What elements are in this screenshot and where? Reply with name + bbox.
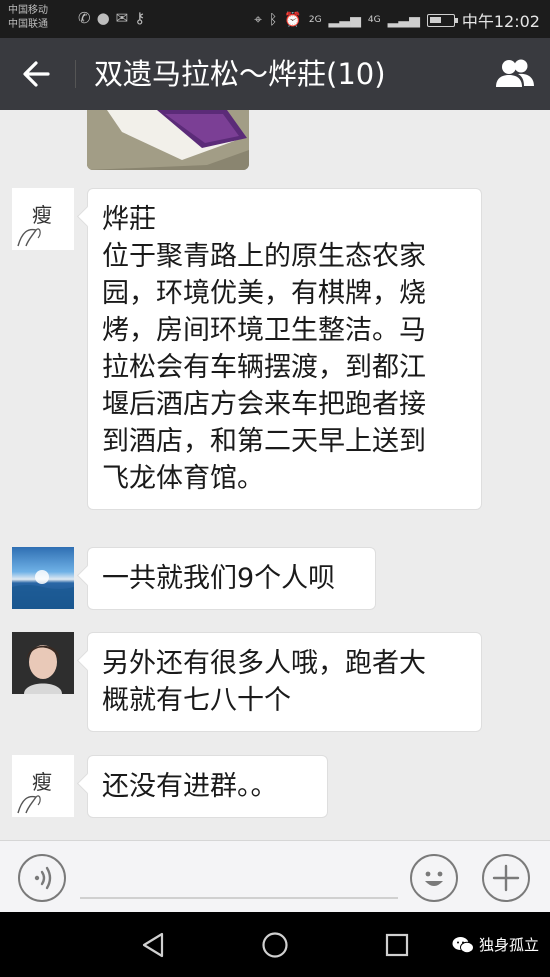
missed-call-icon: ✆: [78, 9, 91, 27]
status-bar: 中国移动 中国联通 ✆ ● ✉ ⚷ ⌖ ᛒ ⏰ 2G ▂▃▅ 4G ▂▃▅ 中午…: [0, 0, 550, 38]
sender-name: 烨莊: [102, 204, 156, 235]
avatar-glyph: 瘦: [32, 203, 52, 227]
avatar[interactable]: 瘦: [12, 755, 74, 817]
sketch-avatar-icon: 瘦: [12, 755, 74, 817]
nav-home-button[interactable]: [260, 930, 290, 960]
mail-icon: ✉: [115, 9, 129, 27]
sketch-avatar-icon: 瘦: [12, 188, 74, 250]
message-bubble[interactable]: 一共就我们9个人呗: [87, 547, 376, 610]
message-bubble[interactable]: 烨莊 位于聚青路上的原生态农家 园，环境优美，有棋牌，烧 烤，房间环境卫生整洁。…: [87, 188, 482, 510]
bluetooth-icon: ᛒ: [269, 12, 278, 28]
avatar[interactable]: [12, 632, 74, 694]
triangle-back-icon: [142, 932, 164, 958]
status-right: ⌖ ᛒ ⏰ 2G ▂▃▅ 4G ▂▃▅ 中午12:02: [254, 8, 540, 32]
voice-input-button[interactable]: [18, 854, 66, 902]
back-arrow-icon: [23, 61, 50, 87]
network-type-1: 2G: [308, 15, 322, 25]
girl-avatar-icon: [12, 632, 74, 694]
message-line: 烤，房间环境卫生整洁。马: [102, 315, 426, 346]
title-divider: [75, 60, 76, 88]
notification-icons: ✆ ● ✉ ⚷: [78, 9, 145, 27]
signal-icon-2: ▂▃▅: [387, 12, 420, 28]
watermark: 独身孤立: [452, 934, 539, 955]
avatar[interactable]: [12, 547, 74, 609]
message-bubble[interactable]: 另外还有很多人哦，跑者大 概就有七八十个: [87, 632, 482, 732]
group-members-icon: [496, 59, 534, 87]
message-line: 一共就我们9个人呗: [102, 563, 336, 594]
carrier-labels: 中国移动 中国联通: [8, 4, 48, 32]
network-type-2: 4G: [367, 15, 381, 25]
system-navigation-bar: 独身孤立: [0, 912, 550, 977]
message-bubble[interactable]: 还没有进群。。: [87, 755, 328, 818]
emoji-button[interactable]: [410, 854, 458, 902]
message-line: 位于聚青路上的原生态农家: [102, 241, 426, 272]
more-options-button[interactable]: [482, 854, 530, 902]
location-icon: ⌖: [254, 12, 262, 28]
message-line: 另外还有很多人哦，跑者大: [102, 648, 426, 679]
message-line: 飞龙体育馆。: [102, 463, 264, 494]
battery-icon: [426, 13, 458, 27]
sea-avatar-icon: [12, 570, 74, 609]
wechat-notification-icon: ●: [96, 9, 110, 27]
plus-icon: [492, 864, 520, 892]
avatar-glyph: 瘦: [32, 770, 52, 794]
alarm-icon: ⏰: [284, 12, 302, 28]
message-input-bar: [0, 840, 550, 912]
battery-level: [429, 16, 441, 23]
chat-message-list[interactable]: 瘦 烨莊 位于聚青路上的原生态农家 园，环境优美，有棋牌，烧 烤，房间环境卫生整…: [0, 110, 550, 840]
carrier-2-label: 中国联通: [8, 19, 48, 30]
nav-recents-button[interactable]: [383, 931, 411, 959]
square-recents-icon: [385, 933, 409, 957]
voice-icon: [34, 866, 52, 890]
avatar[interactable]: 瘦: [12, 188, 74, 250]
message-text-field[interactable]: [80, 897, 398, 899]
chat-title: 双遗马拉松～烨莊(10): [94, 57, 386, 91]
bed-photo-image: [87, 110, 249, 170]
wechat-logo-icon: [452, 936, 474, 953]
carrier-1-label: 中国移动: [8, 5, 48, 16]
signal-icon-1: ▂▃▅: [328, 12, 361, 28]
smiley-icon: [425, 871, 443, 886]
back-button[interactable]: [18, 56, 58, 92]
group-members-button[interactable]: [494, 56, 536, 92]
key-icon: ⚷: [134, 9, 146, 27]
message-line: 还没有进群。。: [102, 771, 278, 802]
clock: 中午12:02: [461, 12, 540, 31]
message-line: 园，环境优美，有棋牌，烧: [102, 278, 426, 309]
message-line: 拉松会有车辆摆渡，到都江: [102, 352, 426, 383]
message-line: 堰后酒店方会来车把跑者接: [102, 389, 426, 420]
chat-title-bar: 双遗马拉松～烨莊(10): [0, 38, 550, 110]
circle-home-icon: [262, 932, 288, 958]
image-message[interactable]: [87, 110, 249, 170]
message-line: 概就有七八十个: [102, 685, 291, 716]
nav-back-button[interactable]: [138, 930, 168, 960]
watermark-text: 独身孤立: [479, 936, 540, 954]
message-line: 到酒店，和第二天早上送到: [102, 426, 426, 457]
